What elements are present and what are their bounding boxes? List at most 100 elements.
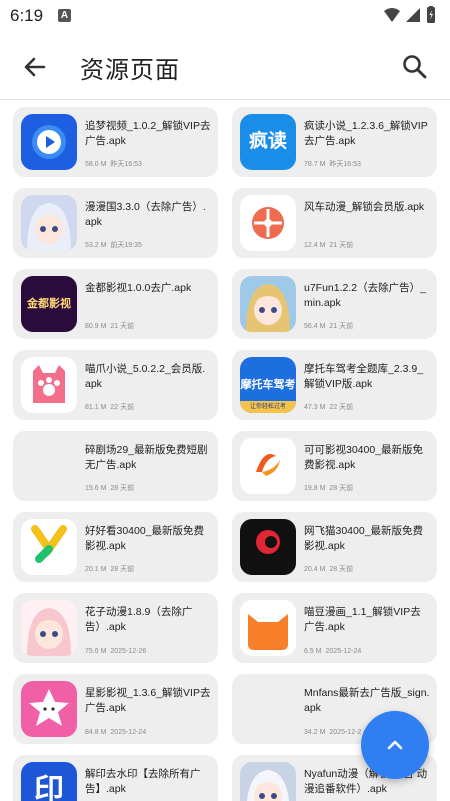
apk-name: 喵豆漫画_1.1_解锁VIP去广告.apk	[304, 606, 421, 633]
apk-date: 2025-12-24	[325, 648, 362, 655]
apk-meta: 56.4 M 21 天前	[304, 321, 353, 331]
apk-meta: 47.3 M 22 天前	[304, 402, 353, 412]
apk-size: 80.9 M	[85, 323, 107, 330]
anime-girl-icon	[21, 195, 77, 251]
pinwheel-icon	[240, 195, 296, 251]
apk-name: 花子动漫1.8.9（去除广告）.apk	[85, 606, 193, 633]
apk-name: 星影影视_1.3.6_解锁VIP去广告.apk	[85, 687, 211, 714]
apk-date: 2025-12-2	[329, 729, 362, 736]
apk-card[interactable]: 印解印去水印【去除所有广告】.apk	[13, 755, 218, 801]
apk-size: 47.3 M	[304, 404, 326, 411]
resource-grid: 追梦视频_1.0.2_解锁VIP去广告.apk 58.0 M 昨天16:53 疯读 疯读…	[0, 100, 450, 801]
apk-card[interactable]: 星影影视_1.3.6_解锁VIP去广告.apk 84.8 M 2025-12-24	[13, 674, 218, 744]
apk-name: 金都影视1.0.0去广.apk	[85, 282, 192, 294]
apk-meta: 20.1 M 28 天前	[85, 564, 134, 574]
fengdu-icon: 疯读	[240, 114, 296, 170]
apk-name: u7Fun1.2.2（去除广告）_min.apk	[304, 282, 426, 309]
apk-card[interactable]: 金都影视 金都影视1.0.0去广.apk 80.9 M 21 天前	[13, 269, 218, 339]
apk-meta: 19.8 M 28 天前	[304, 483, 353, 493]
notification-icon: A	[58, 9, 71, 22]
anime-pink-icon	[21, 600, 77, 656]
apk-card[interactable]: 喵豆漫画_1.1_解锁VIP去广告.apk 6.5 M 2025-12-24	[232, 593, 437, 663]
apk-date: 21 天前	[329, 323, 354, 330]
apk-size: 75.6 M	[85, 648, 107, 655]
apk-size: 15.6 M	[85, 485, 107, 492]
apk-card[interactable]: 网飞猫30400_最新版免费影视.apk 20.4 M 28 天前	[232, 512, 437, 582]
battery-icon	[427, 6, 435, 23]
status-bar: 6:19 A	[0, 0, 450, 32]
apk-card[interactable]: 花子动漫1.8.9（去除广告）.apk 75.6 M 2025-12-26	[13, 593, 218, 663]
apk-meta: 6.5 M 2025-12-24	[304, 648, 361, 655]
blank-icon	[240, 681, 296, 737]
apk-date: 2025-12-26	[110, 648, 147, 655]
star-face-icon	[21, 681, 77, 737]
apk-date: 2025-12-24	[110, 729, 147, 736]
apk-card[interactable]: 疯读 疯读小说_1.2.3.6_解锁VIP去广告.apk 78.7 M 昨天16:53	[232, 107, 437, 177]
apk-name: 好好看30400_最新版免费影视.apk	[85, 525, 205, 552]
apk-card[interactable]: 可可影视30400_最新版免费影视.apk 19.8 M 28 天前	[232, 431, 437, 501]
apk-card[interactable]: 追梦视频_1.0.2_解锁VIP去广告.apk 58.0 M 昨天16:53	[13, 107, 218, 177]
moto-exam-icon: 摩托车驾考 让你轻松过考	[240, 357, 296, 413]
apk-meta: 34.2 M 2025-12-2	[304, 729, 361, 736]
apk-size: 84.8 M	[85, 729, 107, 736]
apk-card[interactable]: 好好看30400_最新版免费影视.apk 20.1 M 28 天前	[13, 512, 218, 582]
hhkan-icon	[21, 519, 77, 575]
apk-date: 28 天前	[110, 485, 135, 492]
apk-name: 漫漫国3.3.0（去除广告）.apk	[85, 201, 206, 228]
apk-date: 昨天16:53	[329, 161, 361, 168]
apk-name: 风车动漫_解锁会员版.apk	[304, 201, 425, 213]
cat-ears-icon	[240, 600, 296, 656]
apk-name: 网飞猫30400_最新版免费影视.apk	[304, 525, 424, 552]
arrow-left-icon[interactable]	[18, 50, 52, 84]
apk-size: 58.0 M	[85, 161, 107, 168]
system-icons	[384, 6, 435, 23]
signal-icon	[406, 8, 420, 22]
apk-date: 22 天前	[110, 404, 135, 411]
apk-card[interactable]: 喵爪小说_5.0.2.2_会员版.apk 81.1 M 22 天前	[13, 350, 218, 420]
apk-name: 疯读小说_1.2.3.6_解锁VIP去广告.apk	[304, 120, 428, 147]
apk-size: 20.1 M	[85, 566, 107, 573]
apk-meta: 80.9 M 21 天前	[85, 321, 134, 331]
apk-card[interactable]: 摩托车驾考 让你轻松过考 摩托车驾考全题库_2.3.9_解锁VIP版.apk 47.3…	[232, 350, 437, 420]
anime-blonde-icon	[240, 276, 296, 332]
status-time: 6:19	[10, 6, 44, 25]
scroll-top-button[interactable]	[361, 711, 429, 779]
apk-card[interactable]: u7Fun1.2.2（去除广告）_min.apk 56.4 M 21 天前	[232, 269, 437, 339]
apk-meta: 78.7 M 昨天16:53	[304, 159, 361, 169]
wifi-icon	[384, 8, 400, 22]
ncatapp-icon	[240, 519, 296, 575]
apk-date: 28 天前	[329, 566, 354, 573]
apk-name: 喵爪小说_5.0.2.2_会员版.apk	[85, 363, 206, 390]
jieyin-icon: 印	[21, 762, 77, 801]
apk-card[interactable]: 漫漫国3.3.0（去除广告）.apk 53.2 M 前天19:35	[13, 188, 218, 258]
kekys-icon	[240, 438, 296, 494]
apk-meta: 84.8 M 2025-12-24	[85, 729, 146, 736]
apk-card[interactable]: 碎剧场29_最新版免费短剧无广告.apk 15.6 M 28 天前	[13, 431, 218, 501]
apk-date: 28 天前	[110, 566, 135, 573]
search-icon[interactable]	[398, 50, 432, 84]
apk-size: 78.7 M	[304, 161, 326, 168]
apk-meta: 81.1 M 22 天前	[85, 402, 134, 412]
apk-date: 21 天前	[329, 242, 354, 249]
apk-size: 20.4 M	[304, 566, 326, 573]
apk-date: 28 天前	[329, 485, 354, 492]
apk-name: 碎剧场29_最新版免费短剧无广告.apk	[85, 444, 208, 471]
apk-date: 22 天前	[329, 404, 354, 411]
apk-meta: 20.4 M 28 天前	[304, 564, 353, 574]
apk-meta: 58.0 M 昨天16:53	[85, 159, 142, 169]
apk-meta: 75.6 M 2025-12-26	[85, 648, 146, 655]
app-bar: 资源页面	[0, 32, 450, 100]
cat-paw-icon	[21, 357, 77, 413]
apk-size: 34.2 M	[304, 729, 326, 736]
chevron-up-icon	[387, 740, 403, 750]
apk-name: 解印去水印【去除所有广告】.apk	[85, 768, 201, 795]
page-title: 资源页面	[80, 57, 180, 84]
apk-size: 81.1 M	[85, 404, 107, 411]
apk-size: 12.4 M	[304, 242, 326, 249]
apk-card[interactable]: 风车动漫_解锁会员版.apk 12.4 M 21 天前	[232, 188, 437, 258]
apk-name: 摩托车驾考全题库_2.3.9_解锁VIP版.apk	[304, 363, 424, 390]
jindu-icon: 金都影视	[21, 276, 77, 332]
blank-icon	[21, 438, 77, 494]
apk-size: 19.8 M	[304, 485, 326, 492]
apk-size: 56.4 M	[304, 323, 326, 330]
